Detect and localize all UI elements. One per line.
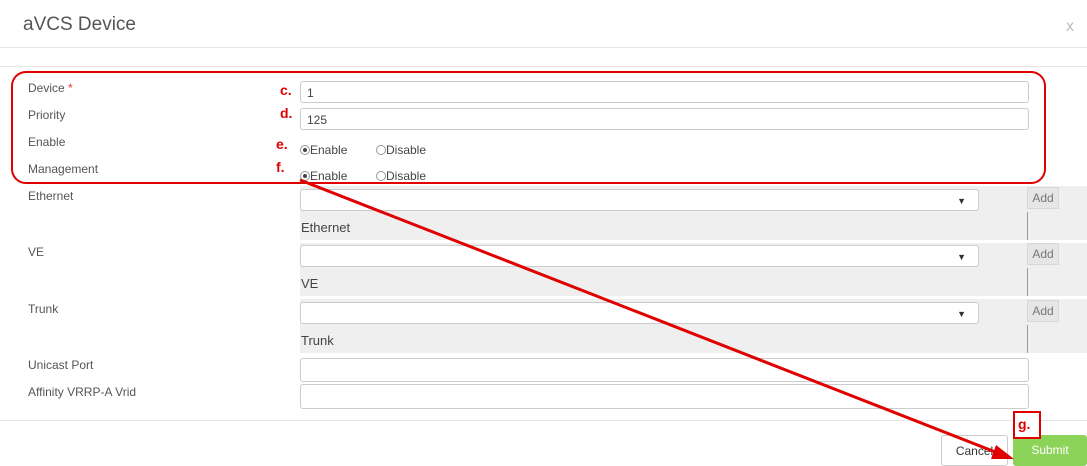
annotation-g: g. [1018, 416, 1031, 432]
annotation-arrowhead [991, 445, 1014, 459]
annotation-arrow-line [299, 178, 1004, 457]
annotation-overlay [11, 71, 1046, 459]
annotation-highlight-box [11, 71, 1046, 184]
